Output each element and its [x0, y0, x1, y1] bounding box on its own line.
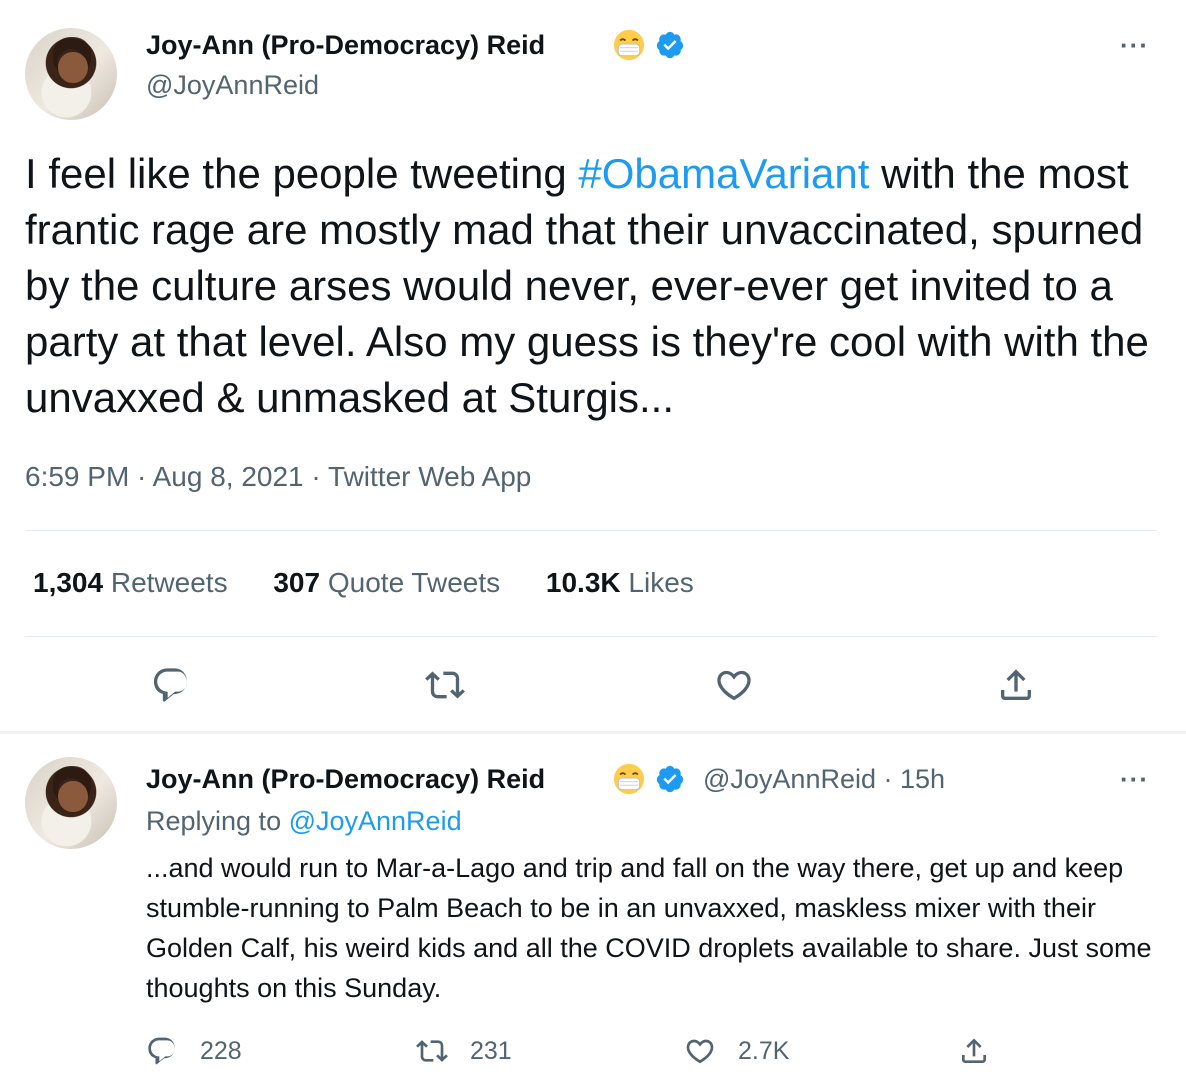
reply-count: 228	[200, 1036, 242, 1065]
retweet-icon	[425, 671, 465, 699]
verified-badge-icon	[656, 31, 684, 59]
quote-tweets-stat[interactable]: 307 Quote Tweets	[273, 567, 500, 598]
avatar[interactable]	[25, 757, 117, 849]
replying-to-handle-link[interactable]: @JoyAnnReid	[289, 806, 462, 836]
share-button[interactable]	[996, 665, 1036, 705]
share-button[interactable]	[958, 1035, 990, 1067]
handle-and-time[interactable]: @JoyAnnReid · 15h	[703, 764, 945, 795]
face-with-medical-mask-emoji	[613, 29, 645, 61]
display-name[interactable]: Joy-Ann (Pro-Democracy) Reid	[146, 30, 545, 61]
like-button[interactable]: 2.7K	[684, 1035, 789, 1067]
replying-to: Replying to @JoyAnnReid	[146, 806, 462, 837]
reply-text: ...and would run to Mar-a-Lago and trip …	[146, 853, 1152, 1003]
tweet-timestamp[interactable]: 6:59 PM · Aug 8, 2021 · Twitter Web App	[25, 461, 531, 493]
retweets-count: 1,304	[33, 567, 104, 598]
likes-stat[interactable]: 10.3K Likes	[546, 567, 694, 598]
like-count: 2.7K	[738, 1036, 790, 1065]
retweet-button[interactable]: 231	[416, 1035, 512, 1067]
retweet-icon	[416, 1040, 448, 1062]
reply-button[interactable]	[151, 665, 191, 705]
retweet-button[interactable]	[425, 665, 465, 705]
replying-to-label: Replying to	[146, 806, 289, 836]
quotes-count: 307	[273, 567, 321, 598]
avatar[interactable]	[25, 28, 117, 120]
reply-icon	[153, 668, 188, 702]
tweet-text: I feel like the people tweeting #ObamaVa…	[25, 146, 1165, 426]
hashtag-link[interactable]: #ObamaVariant	[578, 150, 869, 197]
divider	[25, 636, 1157, 637]
likes-label: Likes	[628, 567, 694, 598]
likes-count: 10.3K	[545, 567, 621, 598]
divider	[25, 530, 1157, 531]
retweet-count: 231	[470, 1036, 512, 1065]
tweet-text-start: I feel like the people tweeting	[25, 150, 579, 197]
reply-icon	[148, 1037, 175, 1065]
share-icon	[1001, 669, 1031, 700]
display-name[interactable]: Joy-Ann (Pro-Democracy) Reid	[146, 764, 545, 795]
like-button[interactable]	[714, 665, 754, 705]
verified-badge-icon	[656, 765, 684, 793]
face-with-medical-mask-emoji	[613, 763, 645, 795]
more-options-button[interactable]: ···	[1120, 30, 1149, 61]
retweets-label: Retweets	[110, 567, 228, 598]
heart-icon	[686, 1039, 714, 1064]
engagement-stats: 1,304 Retweets 307 Quote Tweets 10.3K Li…	[33, 567, 732, 599]
handle[interactable]: @JoyAnnReid	[146, 70, 319, 101]
quotes-label: Quote Tweets	[327, 567, 501, 598]
share-icon	[962, 1038, 986, 1063]
reply-button[interactable]: 228	[146, 1035, 242, 1067]
more-options-button[interactable]: ···	[1120, 764, 1149, 795]
retweets-stat[interactable]: 1,304 Retweets	[33, 567, 228, 598]
heart-icon	[717, 670, 751, 701]
tweet-separator	[0, 731, 1186, 734]
main-tweet: Joy-Ann (Pro-Democracy) Reid @JoyAnnReid…	[0, 0, 1186, 733]
